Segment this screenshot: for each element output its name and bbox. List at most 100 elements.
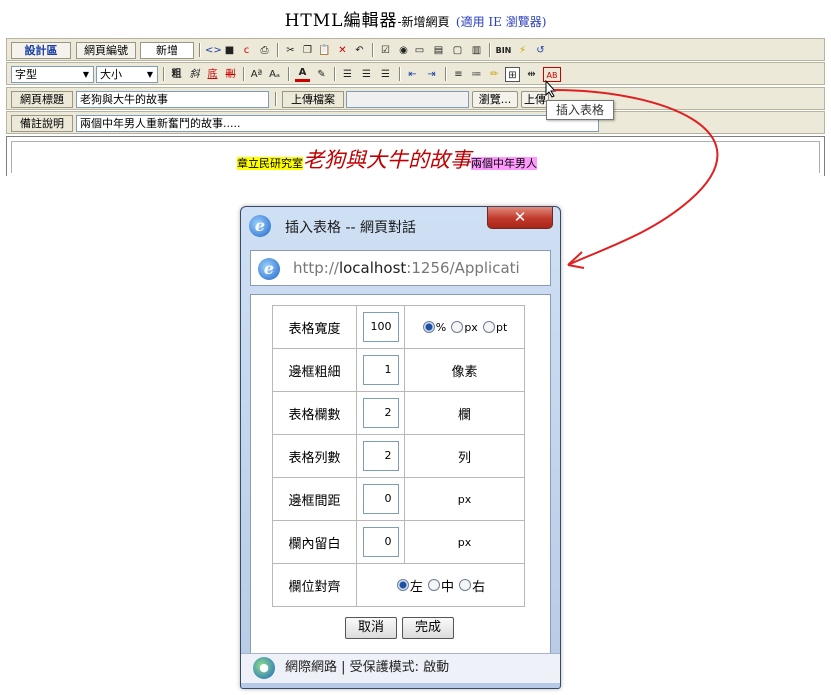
subscript-icon[interactable]: Aₐ <box>267 67 282 82</box>
print-icon[interactable]: ⎙ <box>257 43 272 58</box>
align-left-label: 左 <box>409 579 423 595</box>
unit-px-radio[interactable] <box>451 321 464 333</box>
editor-tag2: 兩個中年男人 <box>471 157 537 170</box>
unit-percent-radio[interactable] <box>422 321 435 333</box>
font-color-icon[interactable]: A <box>295 67 310 82</box>
bold-icon[interactable]: 粗 <box>169 67 184 82</box>
size-select-value: 大小 <box>100 68 122 81</box>
upload-file-input[interactable] <box>346 91 469 108</box>
row-unit: px <box>404 477 525 521</box>
tab-code[interactable]: 網頁編號 <box>76 42 136 59</box>
upload-label: 上傳檔案 <box>282 91 344 108</box>
status-text: 網際網路 | 受保護模式: 啟動 <box>285 660 450 675</box>
align-center-label: 中 <box>440 579 454 595</box>
save-icon[interactable]: ■ <box>222 43 237 58</box>
cellspacing-input[interactable]: 0 <box>362 484 399 514</box>
delete-icon[interactable]: ✕ <box>335 43 350 58</box>
align-right-icon[interactable]: ☰ <box>378 67 393 82</box>
strike-icon[interactable]: 刪 <box>223 67 238 82</box>
textarea-icon[interactable]: ▤ <box>431 43 446 58</box>
row-value-cell: 0 <box>356 520 405 564</box>
cancel-button[interactable]: 取消 <box>345 617 397 639</box>
row-label: 邊框粗細 <box>272 348 357 392</box>
browse-button[interactable]: 瀏覽... <box>472 91 518 108</box>
chevron-down-icon: ▼ <box>82 70 90 79</box>
separator <box>334 67 336 81</box>
refresh-icon[interactable]: ↺ <box>533 43 548 58</box>
pencil-icon[interactable]: ✏ <box>487 67 502 82</box>
copy-icon[interactable]: ❐ <box>300 43 315 58</box>
hr-icon[interactable]: ⇹ <box>524 67 539 82</box>
width-input[interactable]: 100 <box>362 312 399 342</box>
separator <box>489 43 491 57</box>
new-button[interactable]: 新增 <box>140 42 194 59</box>
paste-icon[interactable]: 📋 <box>317 43 332 58</box>
border-input[interactable]: 1 <box>362 355 399 385</box>
dialog-content: 表格寬度 100 % px pt 邊框粗細 1 像素 表格欄數 2 欄 表格列數 <box>250 294 551 654</box>
url-rest: :1256/Applicati <box>406 259 520 277</box>
separator <box>163 67 165 81</box>
row-label: 表格欄數 <box>272 391 357 435</box>
flash-icon[interactable]: ⚡ <box>515 43 530 58</box>
settings-table: 表格寬度 100 % px pt 邊框粗細 1 像素 表格欄數 2 欄 表格列數 <box>272 305 525 607</box>
checkbox-icon[interactable]: ☑ <box>378 43 393 58</box>
highlight-icon[interactable]: ✎ <box>314 67 329 82</box>
unit-percent-label: % <box>435 320 447 334</box>
textbox-icon[interactable]: ▭ <box>412 43 427 58</box>
copy-c-icon[interactable]: c <box>239 43 254 58</box>
superscript-icon[interactable]: Aª <box>249 67 264 82</box>
cellpadding-input[interactable]: 0 <box>362 527 399 557</box>
separator <box>243 67 245 81</box>
note-input[interactable]: 兩個中年男人重新奮鬥的故事..... <box>76 115 599 132</box>
table-row: 表格寬度 100 % px pt <box>272 305 525 349</box>
align-center-radio[interactable] <box>427 579 440 591</box>
tab-design[interactable]: 設計區 <box>11 42 71 59</box>
unordered-list-icon[interactable]: ≔ <box>469 67 484 82</box>
toolbar-main: 設計區 網頁編號 新增 <> ■ c ⎙ ✂ ❐ 📋 ✕ ↶ ☑ ◉ ▭ ▤ ▢… <box>6 38 825 61</box>
row-unit: 列 <box>404 434 525 478</box>
align-right-label: 右 <box>472 579 486 595</box>
width-unit-cell: % px pt <box>404 305 525 349</box>
editor-tag1: 章立民研究室 <box>237 157 303 170</box>
unit-px-label: px <box>464 320 478 334</box>
title-sub: -新增網頁 <box>397 15 450 29</box>
row-value-cell: 2 <box>356 434 405 478</box>
align-center-icon[interactable]: ☰ <box>359 67 374 82</box>
button-icon[interactable]: ▢ <box>450 43 465 58</box>
code-view-icon[interactable]: <> <box>205 43 222 58</box>
cut-icon[interactable]: ✂ <box>283 43 298 58</box>
ie-page-icon: e <box>258 258 280 280</box>
indent-icon[interactable]: ⇥ <box>424 67 439 82</box>
align-options-cell: 左 中 右 <box>356 563 525 607</box>
select-icon[interactable]: ▥ <box>469 43 484 58</box>
title-note: (適用 IE 瀏覽器) <box>455 15 547 29</box>
url-prefix: http:// <box>293 259 339 277</box>
size-select[interactable]: 大小 ▼ <box>96 66 158 83</box>
page-title-input[interactable]: 老狗與大牛的故事 <box>76 91 269 108</box>
rows-input[interactable]: 2 <box>362 441 399 471</box>
table-row: 表格欄數 2 欄 <box>272 391 525 435</box>
unit-pt-radio[interactable] <box>482 321 495 333</box>
row-label: 表格寬度 <box>272 305 357 349</box>
separator <box>445 67 447 81</box>
columns-input[interactable]: 2 <box>362 398 399 428</box>
bin-icon[interactable]: BIN <box>494 43 513 58</box>
ordered-list-icon[interactable]: ≡ <box>451 67 466 82</box>
outdent-icon[interactable]: ⇤ <box>405 67 420 82</box>
dialog-title: 插入表格 -- 網頁對話 <box>285 220 417 236</box>
align-left-icon[interactable]: ☰ <box>340 67 355 82</box>
insert-table-icon[interactable]: ⊞ <box>505 67 520 82</box>
row-label: 欄內留白 <box>272 520 357 564</box>
editor-headline: 老狗與大牛的故事 <box>303 148 471 172</box>
close-button[interactable]: ✕ <box>487 207 553 229</box>
radio-icon[interactable]: ◉ <box>396 43 411 58</box>
align-left-radio[interactable] <box>396 579 409 591</box>
separator <box>372 43 374 57</box>
italic-icon[interactable]: 斜 <box>187 67 202 82</box>
align-right-radio[interactable] <box>459 579 472 591</box>
done-button[interactable]: 完成 <box>402 617 454 639</box>
table-row: 表格列數 2 列 <box>272 434 525 478</box>
font-select[interactable]: 字型 ▼ <box>11 66 94 83</box>
underline-icon[interactable]: 底 <box>205 67 220 82</box>
undo-icon[interactable]: ↶ <box>352 43 367 58</box>
